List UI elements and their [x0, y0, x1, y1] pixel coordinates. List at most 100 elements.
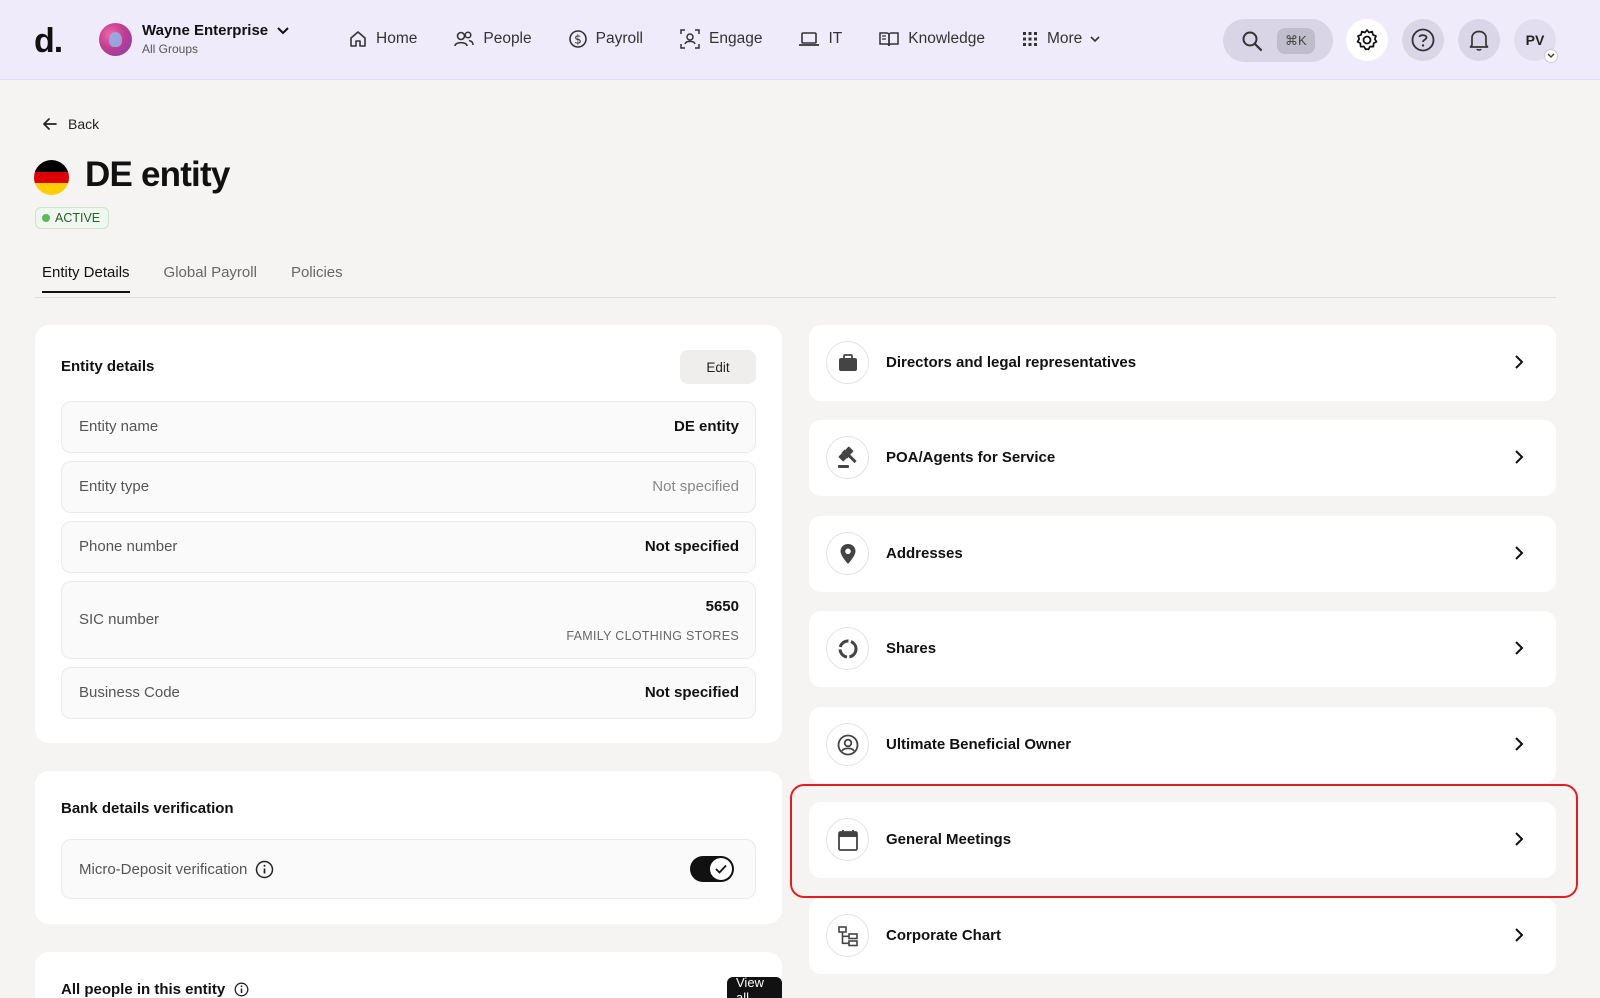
detail-row-entity-type: Entity type Not specified	[61, 461, 756, 513]
entity-details-title: Entity details	[61, 358, 155, 375]
tab-policies[interactable]: Policies	[291, 264, 343, 293]
top-navigation-bar: d. Wayne Enterprise All Groups Home Peop…	[0, 0, 1600, 80]
nav-people[interactable]: People	[453, 29, 532, 49]
micro-deposit-toggle[interactable]	[690, 856, 734, 882]
nav-payroll[interactable]: $ Payroll	[568, 29, 643, 49]
grid-icon	[1022, 32, 1037, 46]
back-link[interactable]: Back	[42, 116, 99, 132]
info-icon[interactable]	[234, 982, 249, 997]
svg-text:$: $	[574, 33, 582, 47]
link-corporate-chart[interactable]: Corporate Chart	[809, 898, 1556, 974]
arrow-left-icon	[43, 118, 57, 130]
nav-it-label: IT	[828, 30, 843, 47]
status-badge: ACTIVE	[35, 207, 110, 229]
micro-deposit-label-wrap: Micro-Deposit verification	[79, 860, 274, 879]
org-subtitle: All Groups	[142, 42, 199, 56]
status-label: ACTIVE	[55, 211, 101, 225]
tab-bar: Entity Details Global Payroll Policies	[42, 264, 377, 293]
people-title-wrap: All people in this entity	[61, 981, 249, 998]
detail-label: Entity type	[79, 478, 150, 495]
detail-value: Not specified	[644, 684, 739, 701]
bank-details-title: Bank details verification	[61, 800, 234, 817]
settings-button[interactable]	[1346, 19, 1388, 61]
nav-people-label: People	[483, 30, 532, 47]
search-shortcut: ⌘K	[1277, 27, 1315, 54]
toggle-knob	[710, 858, 732, 880]
search-icon	[1242, 31, 1263, 51]
nav-more-label: More	[1046, 30, 1083, 47]
icon-circle	[826, 436, 869, 479]
check-icon	[715, 864, 727, 874]
detail-label: SIC number	[79, 611, 160, 628]
gavel-icon	[837, 446, 857, 468]
nav-home[interactable]: Home	[348, 29, 417, 49]
search-button[interactable]: ⌘K	[1223, 19, 1333, 62]
status-dot	[42, 214, 50, 222]
page-title: DE entity	[85, 155, 230, 194]
detail-value: Not specified	[652, 478, 739, 495]
detail-value: 5650	[705, 598, 739, 615]
user-initials: PV	[1525, 32, 1545, 48]
help-icon	[1411, 28, 1435, 52]
engage-icon	[680, 29, 700, 49]
avatar-menu-chevron-icon	[1544, 49, 1558, 63]
link-shares[interactable]: Shares	[809, 611, 1556, 687]
dollar-icon: $	[568, 30, 587, 48]
user-avatar[interactable]: PV	[1514, 19, 1558, 63]
detail-subvalue: FAMILY CLOTHING STORES	[566, 629, 739, 643]
help-button[interactable]	[1402, 19, 1444, 61]
nav-knowledge[interactable]: Knowledge	[878, 29, 985, 49]
book-icon	[879, 32, 899, 47]
org-avatar	[99, 22, 132, 56]
link-poa-agents[interactable]: POA/Agents for Service	[809, 420, 1556, 496]
tab-entity-details[interactable]: Entity Details	[42, 264, 130, 293]
org-chart-icon	[837, 925, 858, 946]
people-card: All people in this entity View all	[35, 952, 782, 998]
germany-flag-icon	[34, 160, 69, 195]
icon-circle	[826, 914, 869, 957]
detail-value: DE entity	[673, 418, 739, 435]
bank-details-card: Bank details verification Micro-Deposit …	[35, 771, 782, 924]
laptop-icon	[799, 32, 820, 46]
org-switcher[interactable]: Wayne Enterprise All Groups	[99, 22, 290, 56]
people-icon	[454, 31, 475, 47]
micro-deposit-label: Micro-Deposit verification	[79, 861, 248, 878]
link-label: Corporate Chart	[886, 927, 1002, 944]
link-directors[interactable]: Directors and legal representatives	[809, 325, 1556, 401]
chevron-right-icon	[1515, 641, 1524, 655]
people-title: All people in this entity	[61, 981, 226, 998]
detail-row-entity-name: Entity name DE entity	[61, 401, 756, 453]
link-label: Addresses	[886, 545, 963, 562]
link-ultimate-beneficial-owner[interactable]: Ultimate Beneficial Owner	[809, 707, 1556, 783]
briefcase-icon	[838, 353, 857, 371]
nav-more[interactable]: More	[1021, 30, 1101, 48]
tab-global-payroll[interactable]: Global Payroll	[164, 264, 257, 293]
view-all-button[interactable]: View all	[727, 975, 782, 998]
highlight-annotation	[790, 784, 1578, 898]
info-icon[interactable]	[255, 860, 274, 879]
app-logo[interactable]: d.	[34, 22, 63, 61]
notifications-button[interactable]	[1458, 19, 1500, 61]
nav-payroll-label: Payroll	[595, 30, 644, 47]
link-addresses[interactable]: Addresses	[809, 516, 1556, 592]
edit-button[interactable]: Edit	[680, 350, 756, 384]
link-label: Ultimate Beneficial Owner	[886, 736, 1072, 753]
link-label: Directors and legal representatives	[886, 354, 1137, 371]
chevron-down-icon	[277, 26, 289, 34]
link-label: Shares	[886, 640, 937, 657]
back-label: Back	[68, 116, 100, 132]
detail-label: Entity name	[79, 418, 159, 435]
tab-divider	[34, 297, 1556, 298]
home-icon	[350, 31, 366, 47]
icon-circle	[826, 627, 869, 670]
chevron-right-icon	[1515, 928, 1524, 942]
detail-label: Phone number	[79, 538, 178, 555]
gear-icon	[1356, 29, 1378, 51]
icon-circle	[826, 532, 869, 575]
link-label: POA/Agents for Service	[886, 449, 1056, 466]
nav-knowledge-label: Knowledge	[908, 30, 985, 47]
bell-icon	[1469, 30, 1489, 51]
nav-it[interactable]: IT	[798, 29, 842, 49]
nav-engage[interactable]: Engage	[679, 28, 762, 50]
entity-details-card: Entity details Edit Entity name DE entit…	[35, 325, 782, 743]
